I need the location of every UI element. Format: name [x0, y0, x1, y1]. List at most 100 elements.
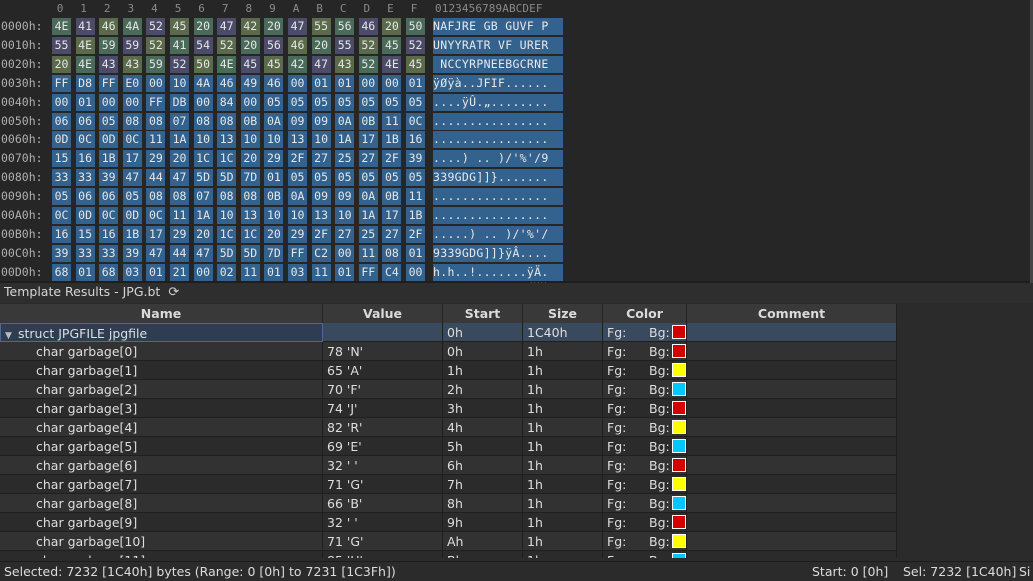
hex-byte[interactable]: 03	[122, 263, 142, 281]
hex-byte[interactable]: 5D	[217, 169, 237, 187]
hex-byte[interactable]: 7D	[240, 169, 260, 187]
template-cell-value[interactable]: 85 'U'	[323, 551, 443, 558]
bg-color-swatch[interactable]	[672, 553, 686, 558]
bg-color-swatch[interactable]	[672, 420, 686, 434]
hex-row[interactable]: 00D0h: 68 01 68 03 01 21 00 02 11 01 03 11 01 FF C4 00 h.…	[0, 263, 565, 282]
hex-byte[interactable]: FF	[146, 93, 166, 111]
template-cell-start[interactable]: 6h	[443, 456, 523, 475]
template-cell-name[interactable]: ▼ struct JPGFILE jpgfile	[0, 323, 323, 342]
hex-byte[interactable]: 08	[122, 112, 142, 130]
hex-byte[interactable]: 06	[99, 188, 119, 206]
hex-byte[interactable]: 01	[75, 263, 95, 281]
template-cell-color[interactable]: Fg: Bg:	[603, 342, 687, 361]
template-cell-value[interactable]: 69 'E'	[323, 437, 443, 456]
hex-byte[interactable]: C4	[382, 263, 402, 281]
hex-row-ascii[interactable]: 9339GDG]]}ÿÂ....	[433, 244, 563, 262]
hex-byte[interactable]: 2F	[382, 150, 402, 168]
hex-byte[interactable]: 08	[217, 112, 237, 130]
hex-editor-pane[interactable]: 0123456789ABCDEF 0123456789ABCDEF 0000h:…	[0, 0, 1033, 283]
hex-byte[interactable]: 52	[406, 36, 425, 54]
hex-byte[interactable]: 20	[311, 36, 331, 54]
hex-byte[interactable]: 05	[382, 169, 402, 187]
template-cell-color[interactable]: Fg: Bg:	[603, 494, 687, 513]
hex-row-ascii[interactable]: ................	[433, 131, 563, 149]
bg-color-swatch[interactable]	[672, 458, 686, 472]
hex-byte[interactable]: 00	[358, 74, 378, 92]
bg-color-swatch[interactable]	[672, 325, 686, 339]
hex-byte[interactable]: 47	[288, 18, 307, 35]
hex-byte[interactable]: 84	[217, 93, 237, 111]
bg-color-swatch[interactable]	[672, 344, 686, 358]
hex-byte[interactable]: 05	[99, 112, 119, 130]
hex-byte[interactable]: 16	[99, 225, 119, 243]
hex-byte[interactable]: 45	[406, 55, 425, 73]
template-cell-size[interactable]: 1h	[523, 513, 603, 532]
hex-byte[interactable]: 17	[122, 150, 142, 168]
template-row[interactable]: char garbage[9] 32 ' ' 9h 1h Fg: Bg:	[0, 513, 897, 532]
template-row[interactable]: char garbage[8] 66 'B' 8h 1h Fg: Bg:	[0, 494, 897, 513]
bg-color-swatch[interactable]	[672, 515, 686, 529]
hex-byte[interactable]: 46	[288, 36, 307, 54]
hex-byte[interactable]: 1B	[382, 131, 402, 149]
hex-byte[interactable]: FF	[99, 74, 119, 92]
hex-byte[interactable]: 52	[146, 18, 166, 35]
template-cell-color[interactable]: Fg: Bg:	[603, 532, 687, 551]
hex-byte[interactable]: 55	[335, 36, 355, 54]
template-cell-size[interactable]: 1h	[523, 494, 603, 513]
template-cell-name[interactable]: char garbage[9]	[0, 513, 323, 532]
hex-byte[interactable]: 00	[382, 74, 402, 92]
hex-byte[interactable]: 05	[52, 188, 71, 206]
hex-byte[interactable]: 20	[170, 150, 189, 168]
template-cell-name[interactable]: char garbage[3]	[0, 399, 323, 418]
hex-byte[interactable]: 13	[240, 207, 260, 224]
hex-row-ascii[interactable]: ....) .. )/'%'/9	[433, 150, 563, 168]
template-cell-size[interactable]: 1h	[523, 361, 603, 380]
hex-byte[interactable]: 10	[264, 207, 284, 224]
template-cell-value[interactable]: 78 'N'	[323, 342, 443, 361]
hex-byte[interactable]: 25	[358, 225, 378, 243]
template-results-table[interactable]: Name Value Start Size Color Comment ▼ str…	[0, 304, 897, 558]
template-row[interactable]: char garbage[4] 82 'R' 4h 1h Fg: Bg:	[0, 418, 897, 437]
template-cell-color[interactable]: Fg: Bg:	[603, 380, 687, 399]
hex-byte[interactable]: 25	[335, 150, 355, 168]
template-cell-size[interactable]: 1h	[523, 380, 603, 399]
hex-byte[interactable]: 55	[311, 18, 331, 35]
hex-byte[interactable]: 0D	[52, 131, 71, 149]
hex-byte[interactable]: 01	[335, 74, 355, 92]
template-row[interactable]: char garbage[10] 71 'G' Ah 1h Fg: Bg:	[0, 532, 897, 551]
hex-byte[interactable]: 43	[99, 55, 119, 73]
hex-byte[interactable]: 11	[240, 263, 260, 281]
hex-byte[interactable]: 41	[170, 36, 189, 54]
template-cell-name[interactable]: char garbage[6]	[0, 456, 323, 475]
column-header-value[interactable]: Value	[323, 304, 443, 323]
hex-row[interactable]: 0040h: 00 01 00 00 FF DB 00 84 00 05 05 05 05 05 05 05..…	[0, 93, 565, 112]
hex-byte[interactable]: 0D	[75, 207, 95, 224]
hex-byte[interactable]: 0A	[335, 112, 355, 130]
hex-byte[interactable]: 4E	[52, 18, 71, 35]
hex-byte[interactable]: 0C	[52, 207, 71, 224]
hex-byte[interactable]: 5D	[193, 169, 213, 187]
hex-byte[interactable]: 09	[311, 112, 331, 130]
template-cell-comment[interactable]	[687, 323, 897, 342]
hex-byte[interactable]: 05	[335, 169, 355, 187]
hex-byte[interactable]: 33	[99, 244, 119, 262]
hex-byte[interactable]: 46	[264, 74, 284, 92]
hex-byte[interactable]: 45	[264, 55, 284, 73]
template-cell-comment[interactable]	[687, 456, 897, 475]
hex-row-ascii[interactable]: NCCYRPNEEBGCRNE	[433, 55, 563, 73]
template-cell-color[interactable]: Fg: Bg:	[603, 551, 687, 558]
hex-byte[interactable]: 00	[193, 263, 213, 281]
hex-byte[interactable]: 1A	[170, 131, 189, 149]
hex-byte[interactable]: 11	[311, 263, 331, 281]
hex-byte[interactable]: 1B	[122, 225, 142, 243]
template-cell-value[interactable]: 66 'B'	[323, 494, 443, 513]
hex-byte[interactable]: 08	[146, 188, 166, 206]
template-cell-value[interactable]: 71 'G'	[323, 475, 443, 494]
hex-byte[interactable]: 0B	[358, 112, 378, 130]
hex-byte[interactable]: 46	[99, 18, 119, 35]
hex-byte[interactable]: 1A	[193, 207, 213, 224]
hex-byte[interactable]: FF	[358, 263, 378, 281]
template-cell-comment[interactable]	[687, 494, 897, 513]
hex-byte[interactable]: 01	[146, 263, 166, 281]
hex-byte[interactable]: 00	[146, 74, 166, 92]
